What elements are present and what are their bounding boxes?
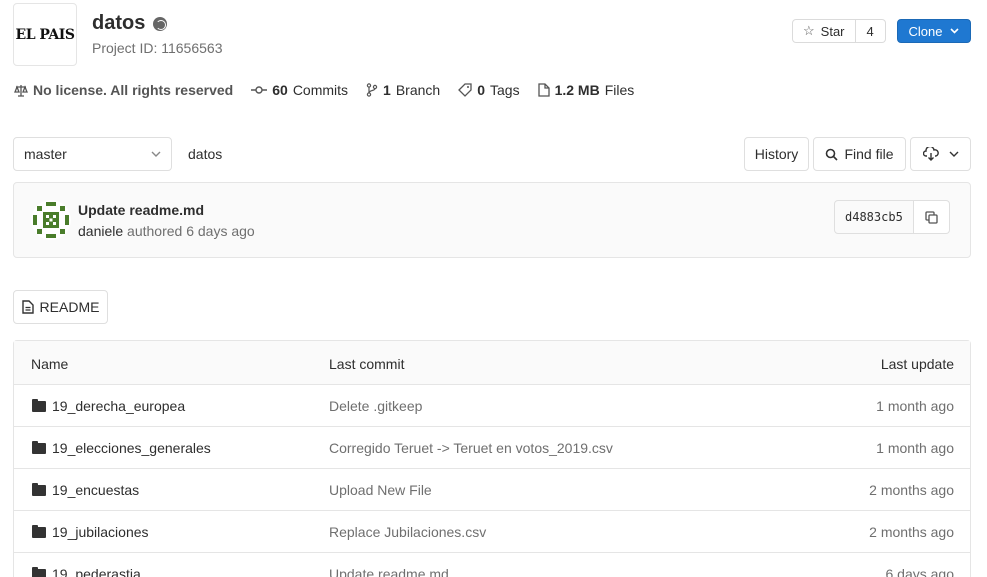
project-stats: No license. All rights reserved 60 Commi… [14, 82, 634, 98]
file-table: Name Last commit Last update 19_derecha_… [13, 340, 971, 577]
header-last-commit: Last commit [329, 356, 405, 372]
commits-count: 60 [272, 82, 288, 98]
commit-message[interactable]: Replace Jubilaciones.csv [329, 524, 486, 540]
branch-name: master [24, 146, 67, 162]
find-file-button[interactable]: Find file [813, 137, 906, 171]
find-file-label: Find file [844, 146, 894, 162]
commit-sha-group: d4883cb5 [834, 200, 950, 234]
chevron-down-icon [151, 151, 161, 157]
commit-message[interactable]: Upload New File [329, 482, 432, 498]
last-update: 1 month ago [876, 398, 954, 414]
commits-label: Commits [292, 82, 349, 98]
last-update: 2 months ago [869, 524, 954, 540]
project-avatar: EL PAIS [13, 3, 77, 66]
project-logo-text: EL PAIS [15, 26, 75, 43]
license-text: No license. All rights reserved [33, 82, 234, 98]
chevron-down-icon [950, 28, 960, 34]
last-update: 1 month ago [876, 440, 954, 456]
project-id: Project ID: 11656563 [92, 40, 223, 56]
branch-stat[interactable]: 1 Branch [366, 82, 440, 98]
files-label: Files [604, 82, 635, 98]
scale-icon [14, 84, 28, 97]
tags-stat[interactable]: 0 Tags [458, 82, 520, 98]
commit-time: authored 6 days ago [123, 223, 255, 239]
project-name[interactable]: datos [92, 12, 145, 35]
globe-icon [153, 16, 168, 31]
header-name: Name [31, 356, 69, 372]
commit-message[interactable]: Update readme.md [329, 566, 449, 577]
table-header: Name Last commit Last update [14, 341, 970, 385]
branch-icon [366, 83, 378, 97]
table-row[interactable]: 19_elecciones_generales Corregido Teruet… [14, 427, 970, 469]
folder-name[interactable]: 19_jubilaciones [52, 524, 149, 540]
star-label: Star [820, 23, 845, 39]
files-size: 1.2 MB [554, 82, 600, 98]
file-icon [537, 83, 550, 97]
project-title: datos [92, 12, 168, 35]
breadcrumb[interactable]: datos [188, 146, 222, 162]
folder-name[interactable]: 19_encuestas [52, 482, 139, 498]
download-icon [922, 147, 939, 161]
file-name-cell[interactable]: 19_elecciones_generales [32, 440, 211, 456]
table-row[interactable]: 19_encuestas Upload New File 2 months ag… [14, 469, 970, 511]
commit-message[interactable]: Delete .gitkeep [329, 398, 422, 414]
clone-label: Clone [908, 23, 943, 39]
star-count[interactable]: 4 [855, 19, 886, 43]
download-button[interactable] [910, 137, 971, 171]
folder-name[interactable]: 19_elecciones_generales [52, 440, 211, 456]
history-button[interactable]: History [744, 137, 809, 171]
folder-icon [32, 398, 46, 412]
commit-meta: daniele authored 6 days ago [78, 223, 255, 239]
table-row[interactable]: 19_pederastia Update readme.md 6 days ag… [14, 553, 970, 577]
tags-label: Tags [490, 82, 520, 98]
commit-title[interactable]: Update readme.md [78, 202, 204, 218]
tag-icon [458, 83, 472, 97]
branch-label: Branch [395, 82, 441, 98]
files-stat[interactable]: 1.2 MB Files [537, 82, 635, 98]
last-update: 2 months ago [869, 482, 954, 498]
commit-icon [251, 86, 268, 94]
header-last-update: Last update [880, 356, 954, 372]
tags-count: 0 [477, 82, 485, 98]
file-name-cell[interactable]: 19_jubilaciones [32, 524, 149, 540]
folder-icon [32, 524, 46, 538]
readme-label: README [39, 299, 100, 315]
license-stat[interactable]: No license. All rights reserved [14, 82, 233, 98]
star-icon: ☆ [803, 23, 815, 38]
branch-count: 1 [383, 82, 391, 98]
author-avatar[interactable] [31, 200, 71, 240]
clone-button[interactable]: Clone [897, 19, 971, 43]
chevron-down-icon [949, 151, 958, 157]
file-name-cell[interactable]: 19_derecha_europea [32, 398, 185, 414]
star-button[interactable]: ☆ Star [792, 19, 856, 43]
commits-stat[interactable]: 60 Commits [251, 82, 348, 98]
folder-name[interactable]: 19_pederastia [52, 566, 141, 577]
file-name-cell[interactable]: 19_encuestas [32, 482, 139, 498]
copy-sha-button[interactable] [913, 200, 950, 234]
folder-icon [32, 566, 46, 577]
star-group: ☆ Star 4 [792, 19, 886, 43]
last-update: 6 days ago [885, 566, 955, 577]
table-row[interactable]: 19_derecha_europea Delete .gitkeep 1 mon… [14, 385, 970, 427]
copy-icon [925, 210, 938, 224]
last-commit-panel: Update readme.md daniele authored 6 days… [13, 182, 971, 258]
folder-name[interactable]: 19_derecha_europea [52, 398, 185, 414]
folder-icon [32, 482, 46, 496]
file-text-icon [21, 300, 34, 314]
commit-message[interactable]: Corregido Teruet -> Teruet en votos_2019… [329, 440, 613, 456]
search-icon [826, 148, 839, 161]
branch-selector[interactable]: master [13, 137, 172, 171]
folder-icon [32, 440, 46, 454]
table-row[interactable]: 19_jubilaciones Replace Jubilaciones.csv… [14, 511, 970, 553]
readme-button[interactable]: README [13, 290, 108, 324]
file-name-cell[interactable]: 19_pederastia [32, 566, 141, 577]
history-label: History [754, 146, 799, 162]
commit-author[interactable]: daniele [78, 223, 123, 239]
commit-sha[interactable]: d4883cb5 [834, 200, 914, 234]
